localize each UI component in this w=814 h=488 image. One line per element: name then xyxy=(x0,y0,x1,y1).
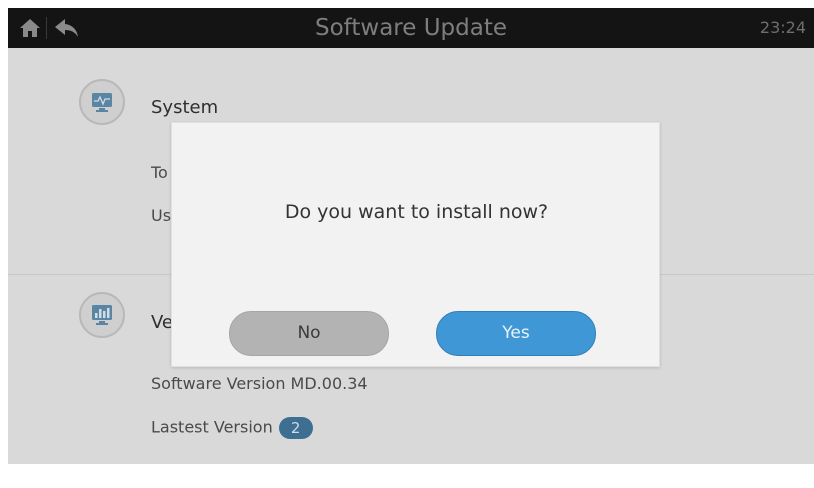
dialog-message: Do you want to install now? xyxy=(284,201,549,223)
monitor-pulse-icon xyxy=(79,79,125,125)
no-button[interactable]: No xyxy=(229,311,389,356)
system-section-title: System xyxy=(151,97,219,118)
software-version-label: Software Version xyxy=(151,374,286,393)
system-row-1-label: To xyxy=(151,163,168,182)
system-row-2-label: Us xyxy=(151,206,172,225)
page-title: Software Update xyxy=(315,15,507,41)
latest-version-row: Lastest Version 2 xyxy=(151,417,313,439)
software-version-row: Software Version MD.00.34 xyxy=(151,374,368,393)
software-version-value: MD.00.34 xyxy=(290,374,368,393)
software-update-screen: Software Update 23:24 System To Us Ve So… xyxy=(8,8,814,464)
clock-time: 23:24 xyxy=(759,18,806,37)
latest-version-label: Lastest Version xyxy=(151,417,273,437)
yes-button[interactable]: Yes xyxy=(436,311,596,356)
monitor-chart-icon xyxy=(79,292,125,338)
version-section-title: Ve xyxy=(151,312,173,333)
install-confirm-dialog: Do you want to install now? No Yes xyxy=(171,122,660,367)
title-bar: Software Update 23:24 xyxy=(8,8,814,48)
latest-version-badge: 2 xyxy=(278,417,313,439)
